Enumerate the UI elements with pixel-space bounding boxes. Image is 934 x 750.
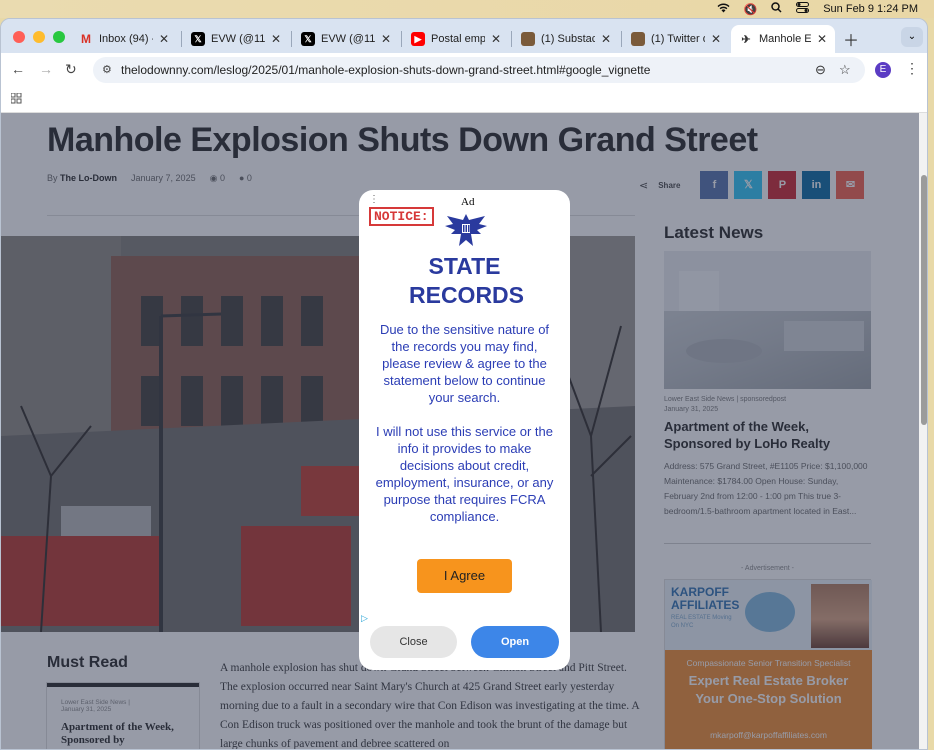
modal-message: Due to the sensitive nature of the recor… xyxy=(375,322,554,524)
control-center-icon[interactable] xyxy=(796,2,810,16)
ad-options-icon[interactable]: ⋮ xyxy=(369,194,379,205)
close-button[interactable]: Close xyxy=(370,626,457,658)
open-button[interactable]: Open xyxy=(471,626,559,658)
address-bar[interactable]: ⚙ thelodownny.com/leslog/2025/01/manhole… xyxy=(93,57,865,83)
adchoices-icon[interactable]: ▷ xyxy=(361,613,368,624)
tab-youtube[interactable]: ▶ Postal emplo ✕ xyxy=(403,25,509,53)
lodown-icon: ✈ xyxy=(741,33,751,46)
macos-menubar: 🔇 Sun Feb 9 1:24 PM xyxy=(0,0,934,18)
wifi-icon[interactable] xyxy=(717,3,730,16)
tab-twitter-substack[interactable]: (1) Twitter o ✕ xyxy=(623,25,729,53)
tab-divider xyxy=(511,31,512,47)
reload-icon[interactable]: ↻ xyxy=(65,61,77,78)
ad-label: Ad xyxy=(461,196,475,208)
substack-icon xyxy=(521,32,535,46)
close-tab-icon[interactable]: ✕ xyxy=(271,32,281,46)
tab-gmail[interactable]: M Inbox (94) - ✕ xyxy=(71,25,177,53)
spotlight-search-icon[interactable] xyxy=(771,2,782,16)
ad-modal: ⋮ Ad NOTICE: STATE RECORDS Due to the se… xyxy=(359,190,570,670)
site-info-icon[interactable]: ⚙ xyxy=(102,57,112,83)
browser-toolbar: ← → ↻ ⚙ thelodownny.com/leslog/2025/01/m… xyxy=(1,53,927,87)
bookmarks-bar xyxy=(1,87,927,113)
bookmark-star-icon[interactable]: ☆ xyxy=(839,57,851,83)
browser-menu-icon[interactable]: ⋮ xyxy=(905,60,919,77)
tab-divider xyxy=(291,31,292,47)
tab-x-1[interactable]: 𝕏 EVW (@1101 ✕ xyxy=(183,25,289,53)
eagle-seal-icon xyxy=(443,210,489,250)
minimize-window-button[interactable] xyxy=(33,31,45,43)
modal-title: STATE RECORDS xyxy=(409,253,525,308)
youtube-icon: ▶ xyxy=(411,32,425,46)
scrollbar-thumb[interactable] xyxy=(921,175,927,425)
menubar-clock[interactable]: Sun Feb 9 1:24 PM xyxy=(823,3,918,15)
substack-icon xyxy=(631,32,645,46)
url-text: thelodownny.com/leslog/2025/01/manhole-e… xyxy=(121,63,651,77)
close-tab-icon[interactable]: ✕ xyxy=(817,32,827,46)
x-icon: 𝕏 xyxy=(301,32,315,46)
close-tab-icon[interactable]: ✕ xyxy=(601,32,611,46)
tab-divider xyxy=(181,31,182,47)
window-controls xyxy=(13,31,65,43)
close-tab-icon[interactable]: ✕ xyxy=(491,32,501,46)
close-tab-icon[interactable]: ✕ xyxy=(711,32,721,46)
page-scrollbar[interactable] xyxy=(919,113,927,749)
tab-substack[interactable]: (1) Substack ✕ xyxy=(513,25,619,53)
close-tab-icon[interactable]: ✕ xyxy=(381,32,391,46)
new-tab-button[interactable]: ＋ xyxy=(843,27,859,51)
x-icon: 𝕏 xyxy=(191,32,205,46)
zoom-icon[interactable]: ⊖ xyxy=(815,57,826,83)
apps-grid-icon[interactable] xyxy=(10,92,22,107)
zoom-window-button[interactable] xyxy=(53,31,65,43)
profile-avatar[interactable]: E xyxy=(875,62,891,78)
notice-badge: NOTICE: xyxy=(369,207,434,226)
agree-button[interactable]: I Agree xyxy=(417,559,512,593)
back-icon[interactable]: ← xyxy=(11,61,25,77)
tab-strip: M Inbox (94) - ✕ 𝕏 EVW (@1101 ✕ 𝕏 EVW (@… xyxy=(1,19,927,53)
tab-search-button[interactable]: ⌄ xyxy=(901,27,923,47)
close-tab-icon[interactable]: ✕ xyxy=(159,32,169,46)
close-window-button[interactable] xyxy=(13,31,25,43)
tab-manhole-explosion[interactable]: ✈ Manhole Exp ✕ xyxy=(731,25,835,53)
gmail-icon: M xyxy=(81,32,91,46)
forward-icon[interactable]: → xyxy=(39,61,53,77)
tab-x-2[interactable]: 𝕏 EVW (@1101 ✕ xyxy=(293,25,399,53)
tab-divider xyxy=(401,31,402,47)
tab-divider xyxy=(621,31,622,47)
mute-icon[interactable]: 🔇 xyxy=(744,3,758,16)
